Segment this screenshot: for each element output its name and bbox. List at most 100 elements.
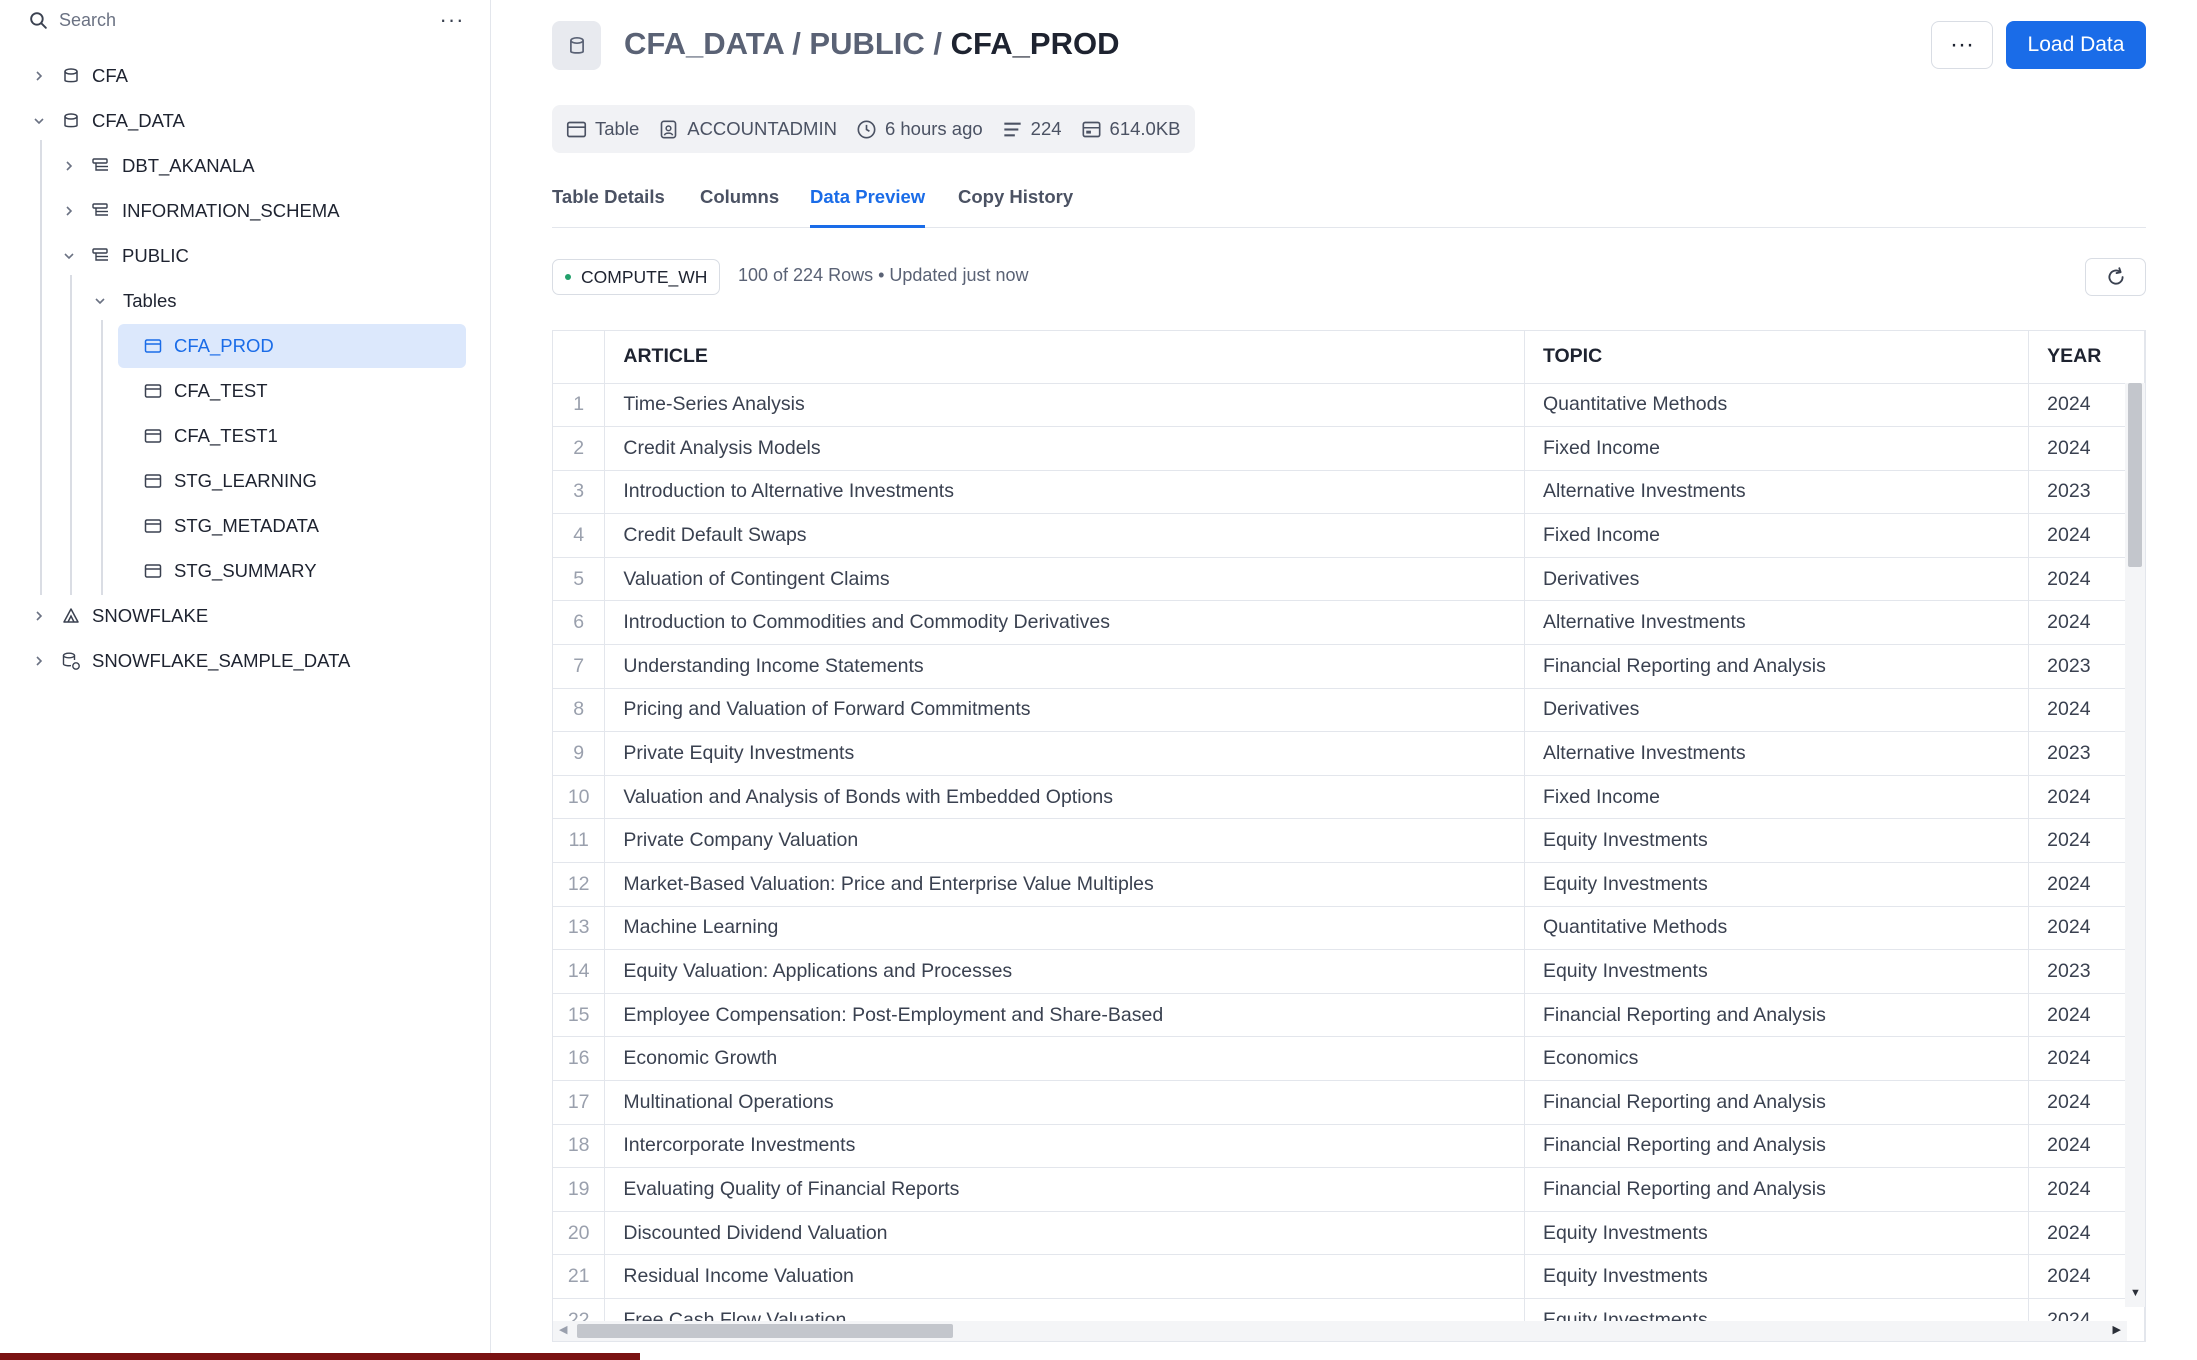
column-header-year[interactable]: YEAR (2028, 331, 2145, 384)
tree-item-snowflake-sample-data[interactable]: SNOWFLAKE_SAMPLE_DATA (28, 639, 350, 683)
table-row[interactable]: 2 Credit Analysis Models Fixed Income 2024 (553, 426, 2145, 471)
topic-cell[interactable]: Equity Investments (1524, 862, 2030, 907)
chevron-down-icon[interactable] (89, 295, 111, 307)
table-row[interactable]: 20 Discounted Dividend Valuation Equity In… (553, 1211, 2145, 1256)
table-row[interactable]: 6 Introduction to Commodities and Commodi… (553, 600, 2145, 646)
tab-columns[interactable]: Columns (700, 186, 779, 228)
topic-cell[interactable]: Equity Investments (1524, 949, 2030, 994)
load-data-button[interactable]: Load Data (2006, 21, 2146, 69)
article-cell[interactable]: Time-Series Analysis (604, 383, 1525, 428)
article-cell[interactable]: Evaluating Quality of Financial Reports (604, 1167, 1525, 1212)
table-row[interactable]: 5 Valuation of Contingent Claims Derivativ… (553, 557, 2145, 602)
warehouse-selector[interactable]: COMPUTE_WH (552, 259, 721, 295)
topic-cell[interactable]: Financial Reporting and Analysis (1524, 644, 2030, 689)
refresh-button[interactable] (2085, 258, 2146, 296)
sidebar-search[interactable]: Search ··· (28, 6, 468, 34)
topic-cell[interactable]: Alternative Investments (1524, 470, 2030, 515)
table-row[interactable]: 1 Time-Series Analysis Quantitative Method… (553, 383, 2145, 428)
topic-cell[interactable]: Equity Investments (1524, 1211, 2030, 1256)
column-header-topic[interactable]: TOPIC (1524, 331, 2030, 384)
table-row[interactable]: 17 Multinational Operations Financial Repo… (553, 1080, 2145, 1125)
table-row[interactable]: 19 Evaluating Quality of Financial Report… (553, 1167, 2145, 1212)
table-row[interactable]: 4 Credit Default Swaps Fixed Income 2024 (553, 513, 2145, 558)
column-header-article[interactable]: ARTICLE (604, 331, 1525, 384)
more-actions-button[interactable]: ··· (1931, 21, 1993, 69)
chevron-right-icon[interactable] (28, 610, 50, 622)
topic-cell[interactable]: Fixed Income (1524, 426, 2030, 471)
tree-item-table-cfa-test1[interactable]: CFA_TEST1 (118, 414, 278, 458)
topic-cell[interactable]: Financial Reporting and Analysis (1524, 1124, 2030, 1169)
scroll-right-arrow-icon[interactable]: ▶ (2113, 1323, 2121, 1336)
table-row[interactable]: 16 Economic Growth Economics 2024 (553, 1036, 2145, 1081)
topic-cell[interactable]: Quantitative Methods (1524, 906, 2030, 951)
table-row[interactable]: 12 Market-Based Valuation: Price and Ente… (553, 862, 2145, 907)
article-cell[interactable]: Residual Income Valuation (604, 1254, 1525, 1299)
article-cell[interactable]: Valuation and Analysis of Bonds with Emb… (604, 775, 1525, 820)
tab-table-details[interactable]: Table Details (552, 186, 665, 228)
table-row[interactable]: 3 Introduction to Alternative Investments… (553, 470, 2145, 515)
article-cell[interactable]: Introduction to Alternative Investments (604, 470, 1525, 515)
chevron-right-icon[interactable] (28, 655, 50, 667)
tree-item-snowflake[interactable]: SNOWFLAKE (28, 594, 208, 638)
tree-item-table-cfa-test[interactable]: CFA_TEST (118, 369, 268, 413)
table-row[interactable]: 11 Private Company Valuation Equity Invest… (553, 818, 2145, 864)
horizontal-scroll-thumb[interactable] (577, 1324, 953, 1338)
article-cell[interactable]: Economic Growth (604, 1036, 1525, 1081)
sidebar-more-button[interactable]: ··· (436, 6, 468, 34)
topic-cell[interactable]: Fixed Income (1524, 513, 2030, 558)
chevron-down-icon[interactable] (28, 115, 50, 127)
table-row[interactable]: 9 Private Equity Investments Alternative I… (553, 731, 2145, 776)
tree-item-table-stg-learning[interactable]: STG_LEARNING (118, 459, 317, 503)
article-cell[interactable]: Intercorporate Investments (604, 1124, 1525, 1169)
tree-item-dbt-akanala[interactable]: DBT_AKANALA (58, 144, 255, 188)
table-row[interactable]: 13 Machine Learning Quantitative Methods 20… (553, 906, 2145, 951)
table-row[interactable]: 7 Understanding Income Statements Financia… (553, 644, 2145, 689)
topic-cell[interactable]: Financial Reporting and Analysis (1524, 1080, 2030, 1125)
topic-cell[interactable]: Financial Reporting and Analysis (1524, 1167, 2030, 1212)
chevron-down-icon[interactable] (58, 250, 80, 262)
article-cell[interactable]: Introduction to Commodities and Commodit… (604, 600, 1525, 646)
topic-cell[interactable]: Alternative Investments (1524, 600, 2030, 646)
horizontal-scrollbar[interactable]: ◀ ▶ (553, 1321, 2127, 1341)
topic-cell[interactable]: Financial Reporting and Analysis (1524, 993, 2030, 1038)
topic-cell[interactable]: Economics (1524, 1036, 2030, 1081)
tree-item-table-stg-summary[interactable]: STG_SUMMARY (118, 549, 317, 593)
chevron-right-icon[interactable] (28, 70, 50, 82)
chevron-right-icon[interactable] (58, 205, 80, 217)
topic-cell[interactable]: Equity Investments (1524, 818, 2030, 864)
topic-cell[interactable]: Quantitative Methods (1524, 383, 2030, 428)
vertical-scrollbar[interactable]: ▼ (2125, 383, 2145, 1307)
article-cell[interactable]: Multinational Operations (604, 1080, 1525, 1125)
topic-cell[interactable]: Derivatives (1524, 557, 2030, 602)
table-row[interactable]: 15 Employee Compensation: Post-Employment… (553, 993, 2145, 1038)
tree-item-information-schema[interactable]: INFORMATION_SCHEMA (58, 189, 340, 233)
tree-item-public[interactable]: PUBLIC (58, 234, 189, 278)
topic-cell[interactable]: Derivatives (1524, 688, 2030, 733)
article-cell[interactable]: Machine Learning (604, 906, 1525, 951)
topic-cell[interactable]: Alternative Investments (1524, 731, 2030, 776)
topic-cell[interactable]: Fixed Income (1524, 775, 2030, 820)
article-cell[interactable]: Pricing and Valuation of Forward Commitm… (604, 688, 1525, 733)
tab-copy-history[interactable]: Copy History (958, 186, 1073, 228)
table-row[interactable]: 8 Pricing and Valuation of Forward Commit… (553, 688, 2145, 733)
article-cell[interactable]: Private Company Valuation (604, 818, 1525, 864)
table-row[interactable]: 18 Intercorporate Investments Financial Re… (553, 1124, 2145, 1169)
tree-item-cfa[interactable]: CFA (28, 54, 128, 98)
scroll-left-arrow-icon[interactable]: ◀ (559, 1323, 567, 1336)
table-row[interactable]: 21 Residual Income Valuation Equity Invest… (553, 1254, 2145, 1299)
article-cell[interactable]: Credit Analysis Models (604, 426, 1525, 471)
article-cell[interactable]: Discounted Dividend Valuation (604, 1211, 1525, 1256)
tree-item-cfa-data[interactable]: CFA_DATA (28, 99, 185, 143)
vertical-scroll-thumb[interactable] (2128, 383, 2142, 567)
breadcrumb-path[interactable]: CFA_DATA / PUBLIC / (624, 26, 951, 61)
article-cell[interactable]: Understanding Income Statements (604, 644, 1525, 689)
topic-cell[interactable]: Equity Investments (1524, 1254, 2030, 1299)
article-cell[interactable]: Equity Valuation: Applications and Proce… (604, 949, 1525, 994)
article-cell[interactable]: Private Equity Investments (604, 731, 1525, 776)
article-cell[interactable]: Valuation of Contingent Claims (604, 557, 1525, 602)
table-row[interactable]: 10 Valuation and Analysis of Bonds with E… (553, 775, 2145, 820)
scroll-down-arrow-icon[interactable]: ▼ (2130, 1287, 2141, 1299)
table-row[interactable]: 14 Equity Valuation: Applications and Pro… (553, 949, 2145, 994)
article-cell[interactable]: Market-Based Valuation: Price and Enterp… (604, 862, 1525, 907)
chevron-right-icon[interactable] (58, 160, 80, 172)
